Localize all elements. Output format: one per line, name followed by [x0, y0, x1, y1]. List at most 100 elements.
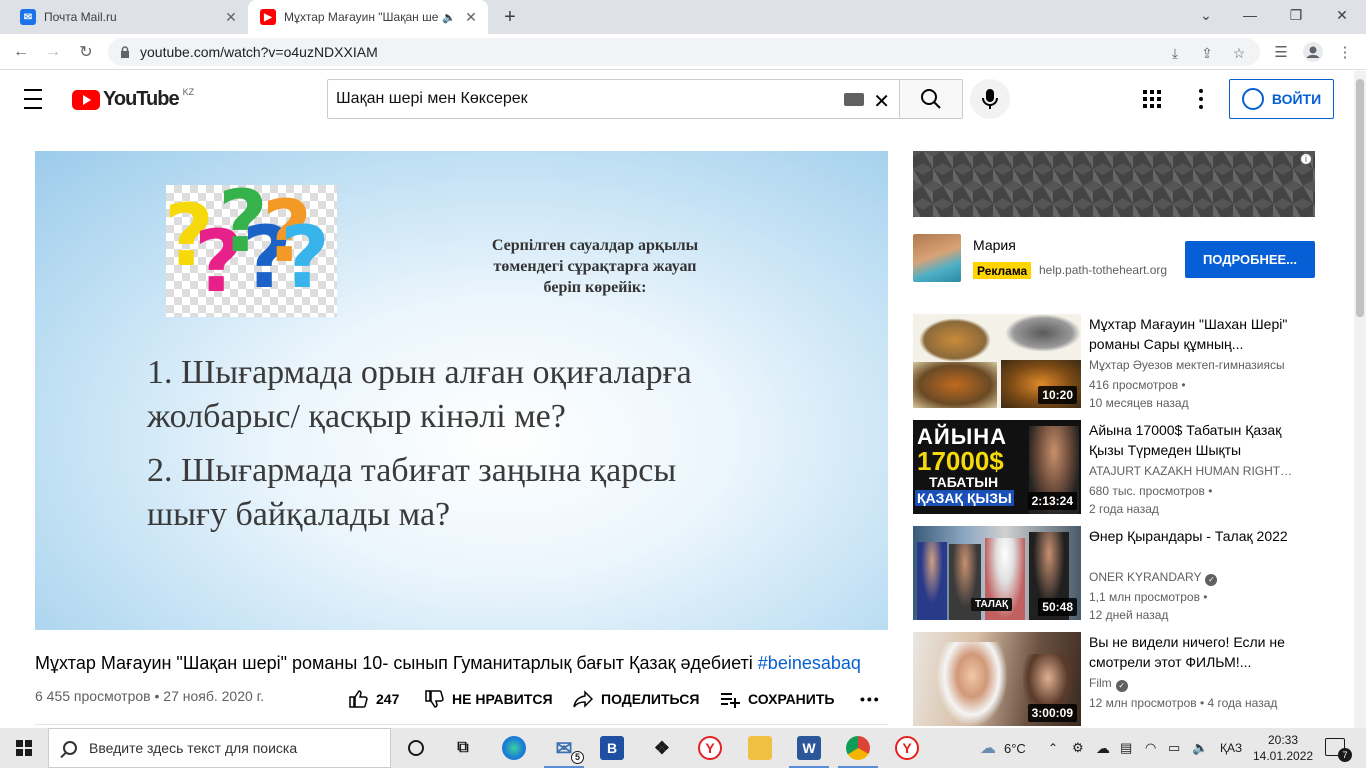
show-hidden-icons-icon[interactable]: ⌃: [1048, 728, 1058, 768]
volume-icon[interactable]: 🔈: [1192, 728, 1208, 768]
weather-widget[interactable]: ☁ 6°C: [980, 728, 1026, 768]
browser-tabstrip: ✉ Почта Mail.ru ✕ ▶ Мұхтар Мағауин "Шақа…: [0, 0, 1366, 34]
recommended-video[interactable]: 3:00:09 Вы не видели ничего! Если не смо…: [913, 632, 1353, 726]
ad-banner-image[interactable]: [913, 151, 1315, 217]
ad-info-icon[interactable]: i: [1300, 153, 1312, 165]
thumb-bride-image: [937, 642, 1007, 726]
tab-mail[interactable]: ✉ Почта Mail.ru ✕: [8, 0, 248, 34]
slide-question-1: 1. Шығармада орын алған оқиғаларға жолба…: [147, 354, 692, 435]
scrollbar-thumb[interactable]: [1356, 79, 1364, 317]
video-title[interactable]: Вы не видели ничего! Если не смотрели эт…: [1089, 632, 1304, 672]
thumbs-up-icon: [348, 689, 368, 709]
thumb-performer-image: [917, 542, 947, 620]
task-view-icon[interactable]: ⧉: [451, 736, 475, 760]
system-clock[interactable]: 20:33 14.01.2022: [1253, 732, 1313, 764]
clear-search-icon[interactable]: ✕: [873, 89, 890, 114]
restore-button[interactable]: ❐: [1273, 0, 1319, 30]
more-actions-icon[interactable]: •••: [860, 688, 881, 710]
recommended-video[interactable]: АЙЫНА 17000$ ТАБАТЫН ҚАЗАҚ ҚЫЗЫ 2:13:24 …: [913, 420, 1353, 516]
signin-label: ВОЙТИ: [1271, 91, 1322, 107]
speaker-icon[interactable]: 🔈: [442, 11, 456, 24]
taskbar-search-input[interactable]: Введите здесь текст для поиска: [48, 728, 391, 768]
video-player[interactable]: ? ? ? ? ? ? Серпілген сауалдар арқылы тө…: [35, 151, 888, 630]
channel-name[interactable]: Film ✓: [1089, 676, 1299, 692]
video-thumbnail[interactable]: ТАЛАҚ 50:48: [913, 526, 1081, 620]
page-scrollbar[interactable]: [1354, 71, 1366, 728]
video-stats: 680 тыс. просмотров • 2 года назад: [1089, 484, 1213, 516]
start-button[interactable]: [0, 728, 48, 768]
recommended-video[interactable]: ТАЛАҚ 50:48 Өнер Қырандары - Талақ 2022 …: [913, 526, 1353, 622]
forward-button[interactable]: →: [40, 39, 66, 65]
like-button[interactable]: 247: [348, 688, 399, 710]
yandex-browser-icon[interactable]: Y: [698, 736, 722, 760]
hashtag-link[interactable]: #beinesabaq: [758, 653, 861, 673]
file-explorer-icon[interactable]: [748, 736, 772, 760]
yandex-icon[interactable]: Y: [895, 736, 919, 760]
edge-icon[interactable]: [502, 736, 526, 760]
dropbox-icon[interactable]: ❖: [650, 736, 674, 760]
share-button[interactable]: ПОДЕЛИТЬСЯ: [573, 688, 699, 710]
signin-button[interactable]: ВОЙТИ: [1229, 79, 1334, 119]
menu-icon[interactable]: [24, 89, 48, 109]
back-button[interactable]: ←: [8, 39, 34, 65]
ad-avatar[interactable]: [913, 234, 961, 282]
video-title[interactable]: Айына 17000$ Табатын Қазақ Қызы Түрмеден…: [1089, 420, 1304, 460]
video-title[interactable]: Мұхтар Мағауин "Шахан Шері" романы Сары …: [1089, 314, 1304, 354]
thumb-headline-sub: ТАБАТЫН: [929, 474, 999, 490]
voice-search-button[interactable]: [970, 79, 1010, 119]
channel-name[interactable]: ATAJURT KAZAKH HUMAN RIGHTS ...: [1089, 464, 1299, 478]
mail-app-icon[interactable]: ✉ 5: [544, 736, 584, 768]
video-thumbnail[interactable]: АЙЫНА 17000$ ТАБАТЫН ҚАЗАҚ ҚЫЗЫ 2:13:24: [913, 420, 1081, 514]
channel-name[interactable]: ONER KYRANDARY ✓: [1089, 570, 1299, 586]
save-button[interactable]: СОХРАНИТЬ: [720, 688, 834, 710]
wifi-icon[interactable]: ◠: [1145, 728, 1156, 768]
slide-subtitle: Серпілген сауалдар арқылы төмендегі сұра…: [491, 237, 699, 296]
tab-youtube[interactable]: ▶ Мұхтар Мағауин "Шақан ше 🔈 ✕: [248, 0, 488, 34]
channel-name[interactable]: Мұхтар Әуезов мектеп-гимназиясы: [1089, 358, 1299, 372]
keyboard-icon[interactable]: [844, 93, 864, 106]
onedrive-icon[interactable]: ☁: [1096, 728, 1110, 768]
profile-icon[interactable]: [1300, 39, 1326, 65]
search-icon: [63, 741, 77, 755]
settings-more-icon[interactable]: [1196, 89, 1206, 109]
booking-app-icon[interactable]: B: [600, 736, 624, 760]
temperature: 6°C: [1004, 740, 1026, 756]
ad-name[interactable]: Мария: [973, 237, 1016, 253]
chevron-down-icon[interactable]: ⌄: [1183, 0, 1229, 30]
window-close-button[interactable]: ✕: [1319, 0, 1365, 30]
ad-cta-button[interactable]: ПОДРОБНЕЕ...: [1185, 241, 1315, 278]
view-count: 680 тыс. просмотров: [1089, 484, 1205, 498]
like-count: 247: [376, 691, 400, 707]
network-icon[interactable]: ▤: [1120, 728, 1132, 768]
tray-app-icon[interactable]: ⚙: [1072, 728, 1084, 768]
language-indicator[interactable]: ҚАЗ: [1220, 728, 1242, 768]
reload-button[interactable]: ↻: [73, 39, 99, 65]
video-title[interactable]: Өнер Қырандары - Талақ 2022: [1089, 526, 1304, 546]
dislike-button[interactable]: НЕ НРАВИТСЯ: [424, 688, 553, 710]
close-tab-icon[interactable]: ✕: [462, 8, 480, 26]
cortana-icon[interactable]: [404, 736, 428, 760]
chrome-icon[interactable]: [838, 736, 878, 768]
apps-grid-icon[interactable]: [1143, 90, 1161, 108]
new-tab-button[interactable]: +: [498, 5, 522, 29]
battery-icon[interactable]: ▭: [1168, 728, 1180, 768]
search-button[interactable]: [899, 79, 963, 119]
video-thumbnail[interactable]: 10:20: [913, 314, 1081, 408]
share-icon[interactable]: ⇪: [1198, 44, 1216, 62]
reading-list-icon[interactable]: ☰: [1268, 39, 1294, 65]
install-icon[interactable]: ⤓: [1166, 44, 1184, 62]
notification-center-icon[interactable]: 7: [1325, 738, 1352, 762]
search-input[interactable]: Шақан шері мен Көксерек ✕: [327, 79, 900, 119]
recommended-video[interactable]: 10:20 Мұхтар Мағауин "Шахан Шері" романы…: [913, 314, 1353, 410]
windows-logo-icon: [16, 740, 32, 756]
browser-menu-icon[interactable]: ⋮: [1332, 39, 1358, 65]
address-bar[interactable]: youtube.com/watch?v=o4uzNDXXIAM ⤓ ⇪ ☆: [108, 38, 1260, 66]
close-tab-icon[interactable]: ✕: [222, 8, 240, 26]
word-icon[interactable]: W: [789, 736, 829, 768]
minimize-button[interactable]: —: [1227, 0, 1273, 30]
region-code: KZ: [182, 86, 195, 97]
bookmark-star-icon[interactable]: ☆: [1230, 44, 1248, 62]
youtube-logo[interactable]: YouTube KZ: [72, 86, 195, 111]
video-thumbnail[interactable]: 3:00:09: [913, 632, 1081, 726]
share-arrow-icon: [573, 689, 593, 709]
